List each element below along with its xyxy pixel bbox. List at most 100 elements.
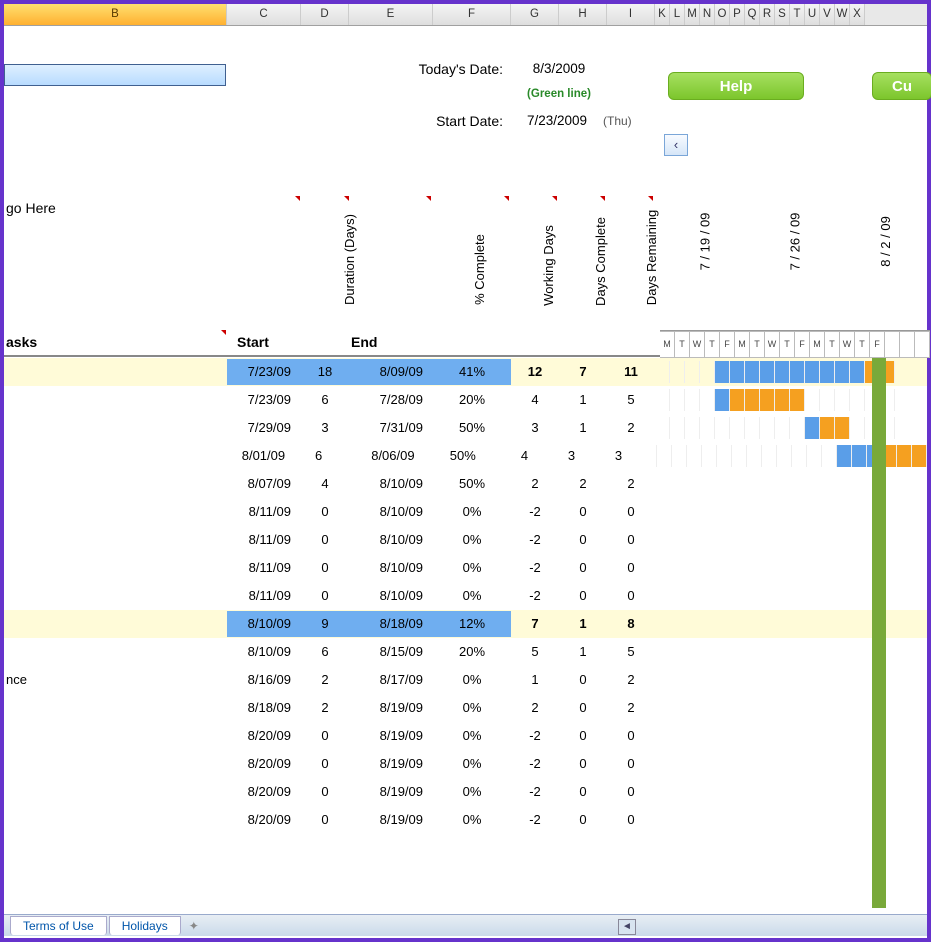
task-row[interactable]: 8/11/0908/10/090%-200 [4,554,927,582]
col-header-P[interactable]: P [730,4,745,25]
cell-duration[interactable]: 0 [301,779,349,805]
cell-start[interactable]: 7/29/09 [227,415,301,441]
task-row[interactable]: 8/20/0908/19/090%-200 [4,722,927,750]
cell-pct[interactable]: 0% [433,779,511,805]
col-header-G[interactable]: G [511,4,559,25]
cell-pct[interactable]: 0% [433,583,511,609]
start-date-value[interactable]: 7/23/2009 [511,108,603,134]
cell-end[interactable]: 8/10/09 [349,527,433,553]
cell-end[interactable]: 8/10/09 [349,583,433,609]
cell-start[interactable]: 8/20/09 [227,751,301,777]
cell-pct[interactable]: 0% [433,807,511,833]
new-sheet-icon[interactable]: ✦ [189,919,199,933]
cell-end[interactable]: 8/10/09 [349,499,433,525]
cell-start[interactable]: 8/11/09 [227,583,301,609]
col-header-C[interactable]: C [227,4,301,25]
task-row[interactable]: 7/23/09188/09/0941%12711 [4,358,927,386]
cell-end[interactable]: 8/06/09 [342,443,424,469]
col-header-D[interactable]: D [301,4,349,25]
cell-duration[interactable]: 9 [301,611,349,637]
cell-end[interactable]: 7/31/09 [349,415,433,441]
cell-end[interactable]: 8/18/09 [349,611,433,637]
cell-duration[interactable]: 0 [301,751,349,777]
cell-start[interactable]: 8/20/09 [227,807,301,833]
task-row[interactable]: 8/10/0968/15/0920%515 [4,638,927,666]
task-row[interactable]: 8/20/0908/19/090%-200 [4,806,927,834]
todays-date-value[interactable]: 8/3/2009 [511,56,607,82]
task-row[interactable]: nce8/16/0928/17/090%102 [4,666,927,694]
cell-end[interactable]: 8/17/09 [349,667,433,693]
customize-button[interactable]: Cu [872,72,931,100]
cell-duration[interactable]: 0 [301,499,349,525]
cell-pct[interactable]: 20% [433,387,511,413]
task-row[interactable]: 8/20/0908/19/090%-200 [4,750,927,778]
col-header-W[interactable]: W [835,4,850,25]
col-header-L[interactable]: L [670,4,685,25]
cell-duration[interactable]: 3 [301,415,349,441]
task-row[interactable]: 8/10/0998/18/0912%718 [4,610,927,638]
cell-pct[interactable]: 50% [433,471,511,497]
cell-pct[interactable]: 50% [433,415,511,441]
cell-pct[interactable]: 0% [433,751,511,777]
cell-end[interactable]: 8/10/09 [349,471,433,497]
cell-pct[interactable]: 0% [433,723,511,749]
cell-start[interactable]: 8/16/09 [227,667,301,693]
cell-start[interactable]: 8/20/09 [227,779,301,805]
task-row[interactable]: 8/18/0928/19/090%202 [4,694,927,722]
col-header-F[interactable]: F [433,4,511,25]
col-header-N[interactable]: N [700,4,715,25]
cell-end[interactable]: 7/28/09 [349,387,433,413]
cell-start[interactable]: 8/07/09 [227,471,301,497]
col-header-R[interactable]: R [760,4,775,25]
cell-pct[interactable]: 0% [433,695,511,721]
cell-pct[interactable]: 20% [433,639,511,665]
cell-pct[interactable]: 0% [433,667,511,693]
cell-start[interactable]: 8/01/09 [222,443,295,469]
cell-start[interactable]: 8/20/09 [227,723,301,749]
col-header-B[interactable]: B [4,4,227,25]
col-header-H[interactable]: H [559,4,607,25]
col-header-X[interactable]: X [850,4,865,25]
cell-duration[interactable]: 0 [301,555,349,581]
cell-duration[interactable]: 2 [301,695,349,721]
cell-duration[interactable]: 2 [301,667,349,693]
task-row[interactable]: 8/11/0908/10/090%-200 [4,526,927,554]
cell-duration[interactable]: 6 [301,387,349,413]
task-row[interactable]: 7/23/0967/28/0920%415 [4,386,927,414]
col-header-U[interactable]: U [805,4,820,25]
cell-duration[interactable]: 0 [301,583,349,609]
cell-pct[interactable]: 41% [433,359,511,385]
cell-duration[interactable]: 0 [301,723,349,749]
cell-duration[interactable]: 0 [301,527,349,553]
cell-duration[interactable]: 4 [301,471,349,497]
cell-pct[interactable]: 0% [433,527,511,553]
cell-pct[interactable]: 12% [433,611,511,637]
cell-start[interactable]: 8/11/09 [227,527,301,553]
cell-duration[interactable]: 0 [301,807,349,833]
col-header-V[interactable]: V [820,4,835,25]
cell-end[interactable]: 8/19/09 [349,807,433,833]
cell-end[interactable]: 8/19/09 [349,751,433,777]
col-header-O[interactable]: O [715,4,730,25]
cell-duration[interactable]: 6 [295,443,342,469]
task-row[interactable]: 8/20/0908/19/090%-200 [4,778,927,806]
task-row[interactable]: 7/29/0937/31/0950%312 [4,414,927,442]
task-row[interactable]: 8/11/0908/10/090%-200 [4,498,927,526]
cell-start[interactable]: 8/11/09 [227,555,301,581]
cell-pct[interactable]: 50% [425,443,501,469]
col-header-S[interactable]: S [775,4,790,25]
cell-end[interactable]: 8/09/09 [349,359,433,385]
scroll-left-button[interactable]: ‹ [664,134,688,156]
help-button[interactable]: Help [668,72,804,100]
task-row[interactable]: 8/07/0948/10/0950%222 [4,470,927,498]
cell-duration[interactable]: 18 [301,359,349,385]
tab-terms[interactable]: Terms of Use [10,916,107,935]
cell-duration[interactable]: 6 [301,639,349,665]
cell-end[interactable]: 8/19/09 [349,723,433,749]
cell-end[interactable]: 8/15/09 [349,639,433,665]
col-header-M[interactable]: M [685,4,700,25]
col-header-T[interactable]: T [790,4,805,25]
cell-start[interactable]: 8/11/09 [227,499,301,525]
cell-end[interactable]: 8/19/09 [349,779,433,805]
tab-holidays[interactable]: Holidays [109,916,181,935]
